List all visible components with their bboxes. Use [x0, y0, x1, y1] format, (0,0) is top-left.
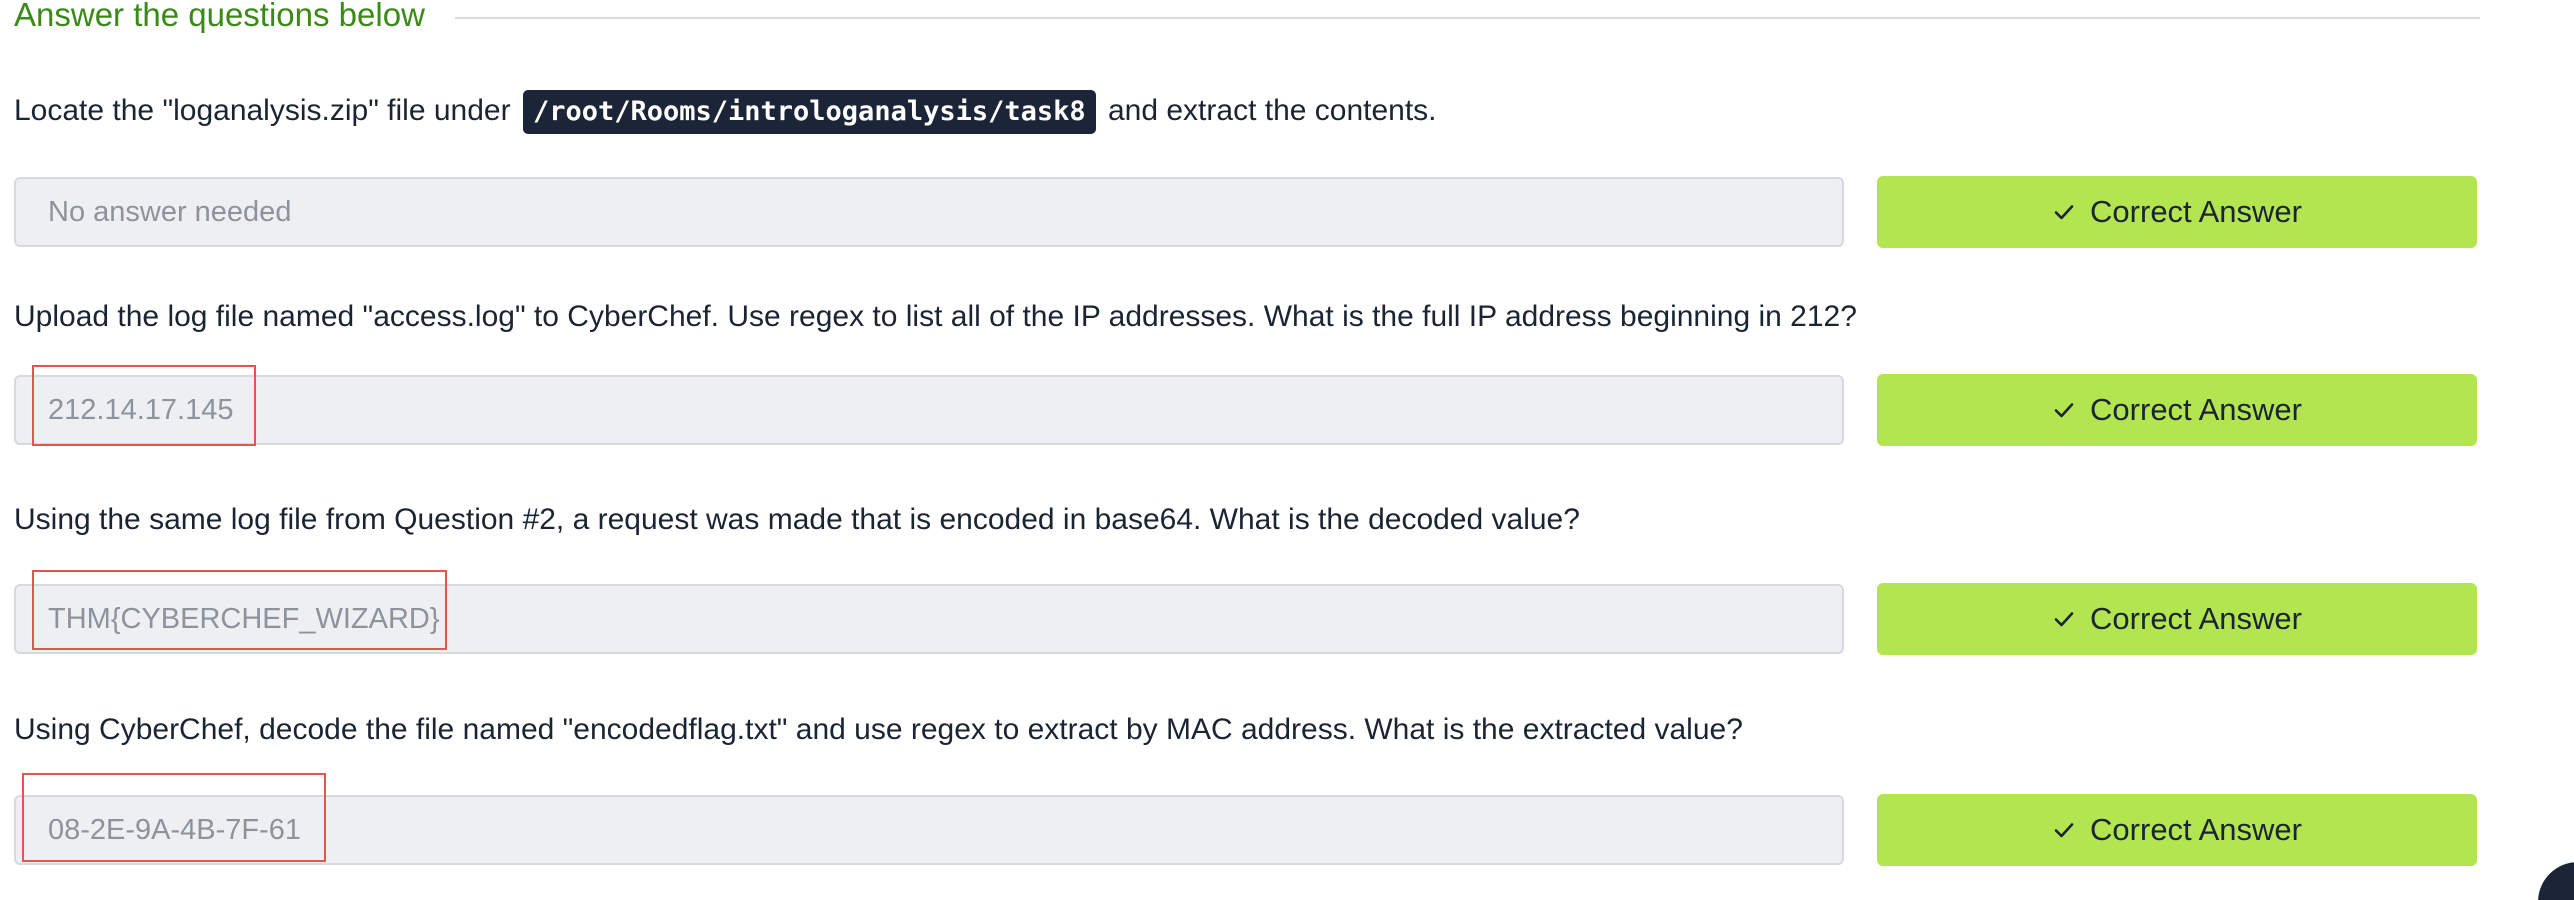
- question-3-correct-answer-button[interactable]: Correct Answer: [1877, 583, 2477, 655]
- question-1-correct-answer-button[interactable]: Correct Answer: [1877, 176, 2477, 248]
- section-title: Answer the questions below: [14, 0, 425, 33]
- question-4-correct-answer-button[interactable]: Correct Answer: [1877, 794, 2477, 866]
- question-1-text-after: and extract the contents.: [1107, 93, 1437, 127]
- question-2-button-label: Correct Answer: [2090, 392, 2302, 427]
- question-3-text: Using the same log file from Question #2…: [14, 503, 1580, 536]
- question-1-path-code: /root/Rooms/introloganalysis/task8: [522, 90, 1096, 134]
- question-1-answer-input[interactable]: [14, 177, 1844, 247]
- check-icon: [2054, 612, 2074, 627]
- question-1-button-label: Correct Answer: [2090, 194, 2302, 229]
- floating-help-button[interactable]: [2538, 862, 2574, 900]
- answer-questions-page: Answer the questions below Locate the "l…: [0, 0, 2574, 900]
- section-divider: [454, 17, 2480, 19]
- check-icon: [2054, 823, 2074, 838]
- question-4-button-label: Correct Answer: [2090, 812, 2302, 847]
- question-1-text: Locate the "loganalysis.zip" file under …: [14, 90, 1437, 134]
- question-1-text-before: Locate the "loganalysis.zip" file under: [14, 93, 511, 127]
- question-4-text: Using CyberChef, decode the file named "…: [14, 713, 1743, 746]
- question-2-text: Upload the log file named "access.log" t…: [14, 300, 1857, 333]
- question-3-button-label: Correct Answer: [2090, 601, 2302, 636]
- question-2-correct-answer-button[interactable]: Correct Answer: [1877, 374, 2477, 446]
- check-icon: [2054, 403, 2074, 418]
- check-icon: [2054, 205, 2074, 220]
- question-2-answer-input[interactable]: [14, 375, 1844, 445]
- question-4-answer-input[interactable]: [14, 795, 1844, 865]
- question-3-answer-input[interactable]: [14, 584, 1844, 654]
- section-header: Answer the questions below: [14, 0, 2480, 38]
